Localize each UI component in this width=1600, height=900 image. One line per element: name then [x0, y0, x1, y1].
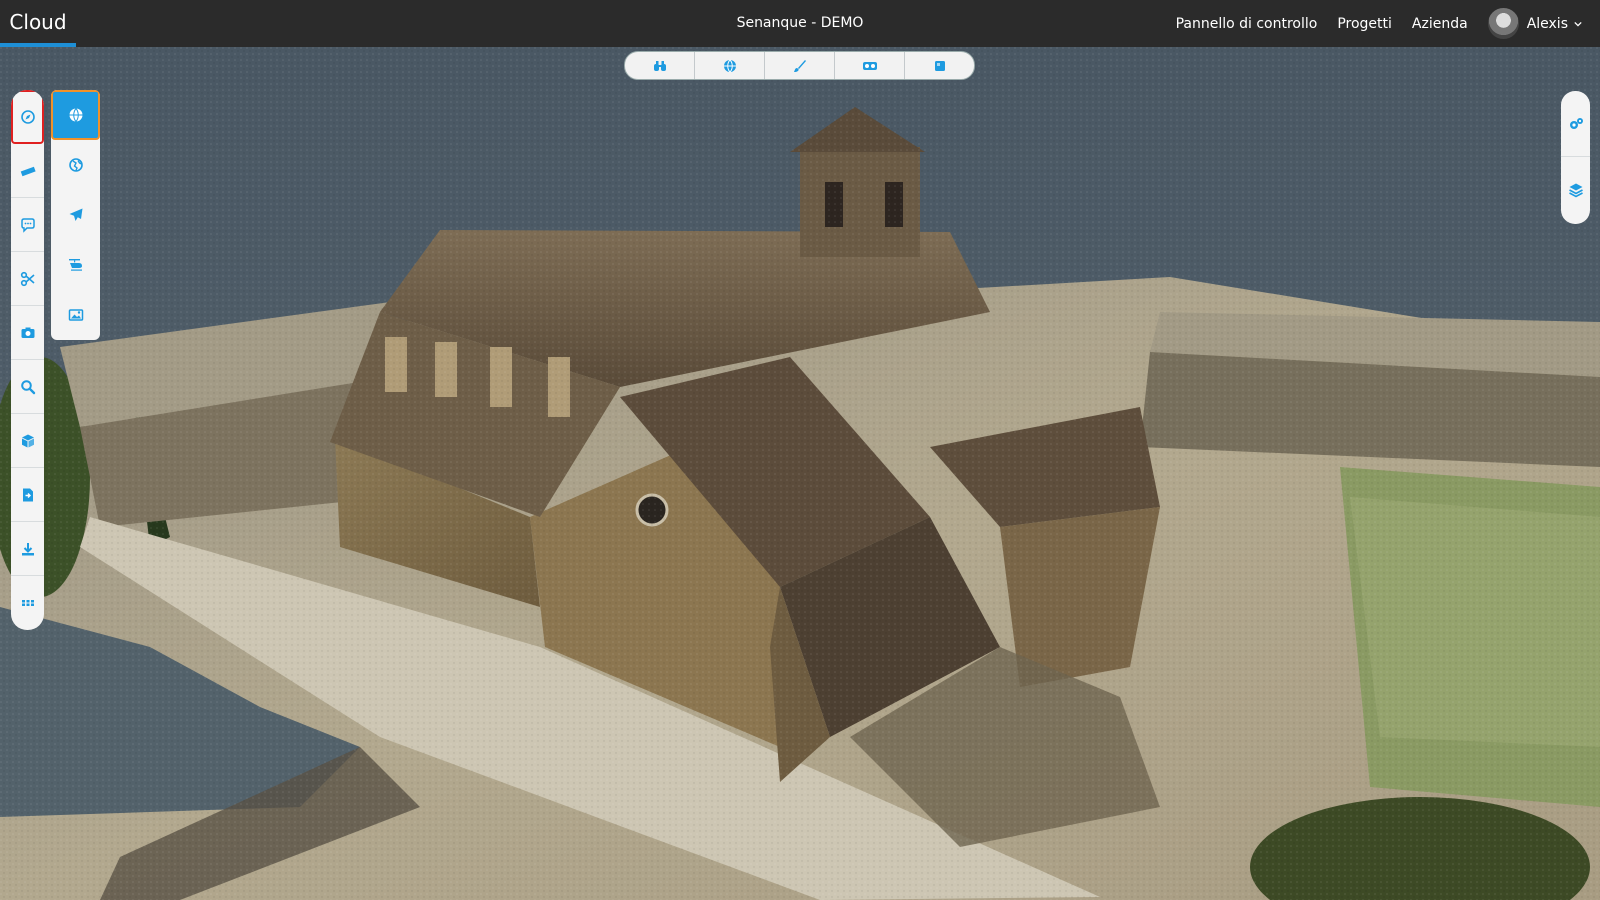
search-icon — [20, 379, 35, 394]
import-tool-button[interactable] — [11, 468, 44, 522]
image-icon — [68, 309, 83, 321]
layers-icon — [1568, 183, 1583, 198]
download-icon — [21, 542, 34, 555]
settings-gears-icon — [1569, 117, 1583, 129]
point-cloud-scene — [0, 47, 1600, 900]
top-nav: Pannello di controllo Progetti Azienda A… — [1176, 0, 1600, 47]
layers-button[interactable] — [1561, 157, 1590, 223]
left-tools-toolbar — [11, 90, 44, 630]
point-cloud-viewer[interactable] — [0, 47, 1600, 900]
orbit-mode-button[interactable] — [51, 90, 100, 140]
vr-headset-icon — [862, 61, 877, 70]
earth-mode-button[interactable] — [51, 140, 100, 190]
project-title: Senanque - DEMO — [736, 15, 864, 31]
compass-icon — [20, 110, 35, 124]
binoculars-icon — [653, 60, 666, 71]
nav-dashboard[interactable]: Pannello di controllo — [1176, 16, 1318, 32]
right-tools-toolbar — [1561, 91, 1590, 224]
settings-button[interactable] — [1561, 91, 1590, 157]
brush-button[interactable] — [765, 52, 835, 79]
download-tool-button[interactable] — [11, 522, 44, 576]
earth-icon — [68, 158, 83, 172]
chevron-down-icon — [1574, 21, 1582, 27]
globe-button[interactable] — [695, 52, 765, 79]
navigation-tool-button[interactable] — [11, 90, 44, 144]
user-menu[interactable]: Alexis — [1487, 8, 1582, 39]
vr-button[interactable] — [835, 52, 905, 79]
top-bar: Cloud Senanque - DEMO Pannello di contro… — [0, 0, 1600, 47]
scissors-icon — [20, 271, 35, 286]
image-mode-button[interactable] — [51, 290, 100, 340]
brand-logo[interactable]: Cloud — [0, 0, 76, 47]
volume-tool-button[interactable] — [11, 414, 44, 468]
cube-icon — [21, 434, 34, 447]
square-view-icon — [934, 60, 945, 71]
binoculars-button[interactable] — [625, 52, 695, 79]
grid-icon — [21, 600, 34, 606]
camera-icon — [21, 327, 34, 338]
ruler-icon — [20, 166, 36, 176]
file-import-icon — [22, 488, 33, 501]
brush-icon — [793, 59, 806, 72]
helicopter-icon — [68, 259, 82, 271]
measure-tool-button[interactable] — [11, 144, 44, 198]
navigation-mode-toolbar — [51, 90, 100, 340]
search-tool-button[interactable] — [11, 360, 44, 414]
comment-icon — [20, 217, 35, 233]
user-name: Alexis — [1526, 15, 1568, 32]
globe-icon — [723, 59, 736, 72]
annotation-tool-button[interactable] — [11, 198, 44, 252]
square-view-button[interactable] — [905, 52, 974, 79]
avatar — [1487, 8, 1519, 39]
globe-icon — [69, 108, 82, 122]
screenshot-tool-button[interactable] — [11, 306, 44, 360]
clipping-tool-button[interactable] — [11, 252, 44, 306]
view-mode-toolbar — [624, 51, 975, 80]
apps-tool-button[interactable] — [11, 576, 44, 630]
paper-plane-icon — [69, 208, 82, 221]
helicopter-mode-button[interactable] — [51, 240, 100, 290]
fly-mode-button[interactable] — [51, 190, 100, 240]
nav-company[interactable]: Azienda — [1412, 16, 1468, 32]
nav-projects[interactable]: Progetti — [1337, 16, 1392, 32]
